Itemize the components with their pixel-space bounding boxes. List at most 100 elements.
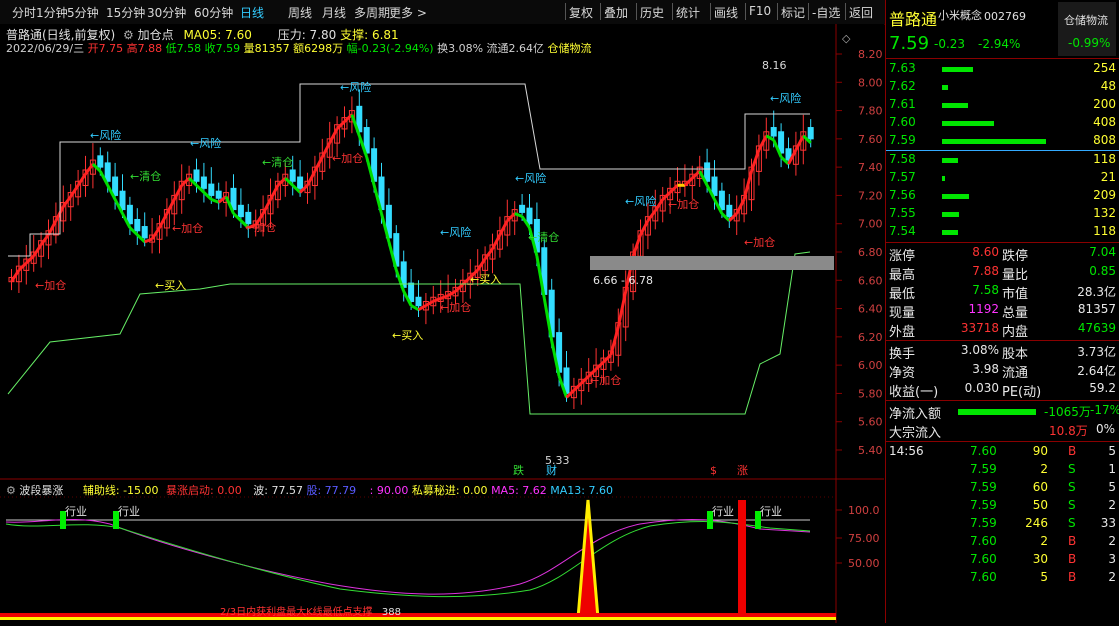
chart-collapse-icon[interactable]: ◇ — [842, 32, 850, 45]
stat-key: PE(动) — [1002, 385, 1042, 400]
bid-row[interactable]: 7.54 118 — [886, 224, 1119, 242]
toolbar-button[interactable]: 返回 — [849, 4, 873, 21]
tick-price: 7.59 — [970, 516, 997, 530]
candle-body — [208, 183, 215, 196]
tick-volume: 246 — [1025, 516, 1048, 530]
period-tab[interactable]: 更多 > — [389, 4, 427, 21]
info-low: 低7.58 — [165, 42, 202, 55]
surge-bar — [738, 500, 746, 618]
bid-row[interactable]: 7.55 132 — [886, 206, 1119, 224]
stat-key: 换手 — [889, 347, 916, 362]
period-tab[interactable]: 周线 — [288, 4, 312, 21]
candle-body — [97, 155, 104, 168]
toolbar-button[interactable]: F10 — [749, 4, 771, 18]
toolbar-button[interactable]: 历史 — [640, 4, 664, 21]
toolbar-button[interactable]: 统计 — [676, 4, 700, 21]
stat-row: 换手 3.08% 股本 3.73亿 — [886, 343, 1119, 362]
bid-price: 7.57 — [889, 170, 916, 184]
ask-row[interactable]: 7.63 254 — [886, 61, 1119, 79]
toolbar-separator — [600, 3, 601, 20]
book-divider — [886, 150, 1119, 151]
tick-volume: 50 — [1032, 498, 1048, 512]
tick-count: 2 — [1108, 534, 1116, 548]
period-tab[interactable]: 1分钟 — [36, 4, 68, 21]
tick-side: S — [1068, 498, 1076, 512]
ask-row[interactable]: 7.61 200 — [886, 97, 1119, 115]
period-tab[interactable]: 多周期 — [354, 4, 390, 21]
toolbar-button[interactable]: 画线 — [714, 4, 738, 21]
divider — [886, 340, 1119, 341]
price-axis-label: 5.40 — [858, 444, 883, 457]
period-tab[interactable]: 分时 — [12, 4, 36, 21]
bid-row[interactable]: 7.57 21 — [886, 170, 1119, 188]
info-amount: 额6298万 — [293, 42, 344, 55]
info-open: 开7.75 — [87, 42, 124, 55]
tick-price: 7.60 — [970, 552, 997, 566]
candle-body — [408, 282, 415, 303]
tick-volume: 60 — [1032, 480, 1048, 494]
sub-axis-label: 100.0 — [848, 504, 880, 517]
toolbar-button[interactable]: -自选 — [812, 4, 840, 21]
subchart-gear-icon[interactable]: ⚙ — [6, 484, 16, 497]
sub-bottom-num: 388 — [381, 607, 401, 618]
stat-key: 净资 — [889, 366, 916, 381]
candle-body — [770, 127, 777, 137]
period-tab[interactable]: 日线 — [240, 4, 264, 21]
event-marker: $ — [710, 464, 717, 477]
ask-price: 7.63 — [889, 61, 916, 75]
price-axis-label: 7.00 — [858, 218, 883, 231]
netflow-bar — [958, 409, 1036, 415]
period-tab[interactable]: 15分钟 — [106, 4, 145, 21]
signal-label-buy: ←买入 — [155, 279, 186, 292]
stock-concept[interactable]: 小米概念 — [938, 7, 982, 23]
stat-key: 最高 — [889, 268, 916, 283]
period-tab[interactable]: 30分钟 — [147, 4, 186, 21]
sector-marker-label: 行业 — [760, 505, 782, 518]
sub-ma5: MA5: 7.62 — [491, 484, 547, 497]
toolbar-button[interactable]: 标记 — [781, 4, 805, 21]
ohlc-info-row: 2022/06/29/三 开7.75 高7.88 低7.58 收7.59 量81… — [6, 40, 592, 56]
stat-value: 47639 — [1077, 321, 1116, 335]
subchart-name[interactable]: 波段暴涨 — [19, 484, 63, 497]
stat-value: 33718 — [960, 321, 999, 335]
bid-row[interactable]: 7.56 209 — [886, 188, 1119, 206]
tick-side: S — [1068, 516, 1076, 530]
tick-row: 7.59 60 S 5 — [886, 480, 1119, 498]
candle-body — [215, 190, 222, 199]
toolbar-separator — [710, 3, 711, 20]
ask-row[interactable]: 7.62 48 — [886, 79, 1119, 97]
bigflow-row: 大宗流入 10.8万 0% — [886, 422, 1119, 441]
sub-wave: 波: 77.57 — [253, 484, 303, 497]
info-change: 幅-0.23(-2.94%) — [346, 42, 434, 55]
tick-count: 3 — [1108, 552, 1116, 566]
period-tab[interactable]: 60分钟 — [194, 4, 233, 21]
bid-volume: 209 — [1093, 188, 1116, 202]
toolbar-button[interactable]: 复权 — [569, 4, 593, 21]
kline-chart[interactable]: 8.20 8.00 7.80 7.60 7.40 7.20 7.00 6.80 6.60 6.40… — [0, 24, 884, 623]
netflow-value: -1065万 — [1044, 405, 1091, 419]
toolbar-separator — [672, 3, 673, 20]
toolbar-separator — [777, 3, 778, 20]
period-tab[interactable]: 5分钟 — [67, 4, 99, 21]
tick-volume: 90 — [1032, 444, 1048, 458]
bid-row[interactable]: 7.58 118 — [886, 152, 1119, 170]
divider — [886, 400, 1119, 401]
signal-label-add: ←加仓 — [332, 151, 363, 165]
period-tab[interactable]: 月线 — [322, 4, 346, 21]
toolbar-button[interactable]: 叠加 — [604, 4, 628, 21]
stat-key: 收益(一) — [889, 385, 939, 400]
ask-volume: 254 — [1093, 61, 1116, 75]
tick-volume: 2 — [1040, 462, 1048, 476]
sector-button[interactable]: 仓储物流 -0.99% — [1058, 2, 1116, 56]
ask-row[interactable]: 7.59 808 — [886, 133, 1119, 151]
price-axis-label: 6.60 — [858, 274, 883, 287]
ask-row[interactable]: 7.60 408 — [886, 115, 1119, 133]
tick-row: 7.59 246 S 33 — [886, 516, 1119, 534]
signal-label-add: ←加仓 — [590, 373, 621, 387]
event-marker: 跌 — [513, 463, 524, 477]
sub-private: 私募秘进: 0.00 — [411, 484, 488, 497]
stat-key: 市值 — [1002, 287, 1029, 302]
stat-key: 跌停 — [1002, 249, 1029, 264]
bid-volume-bar — [942, 230, 958, 235]
signal-label-clear: ←清仓 — [528, 230, 559, 244]
